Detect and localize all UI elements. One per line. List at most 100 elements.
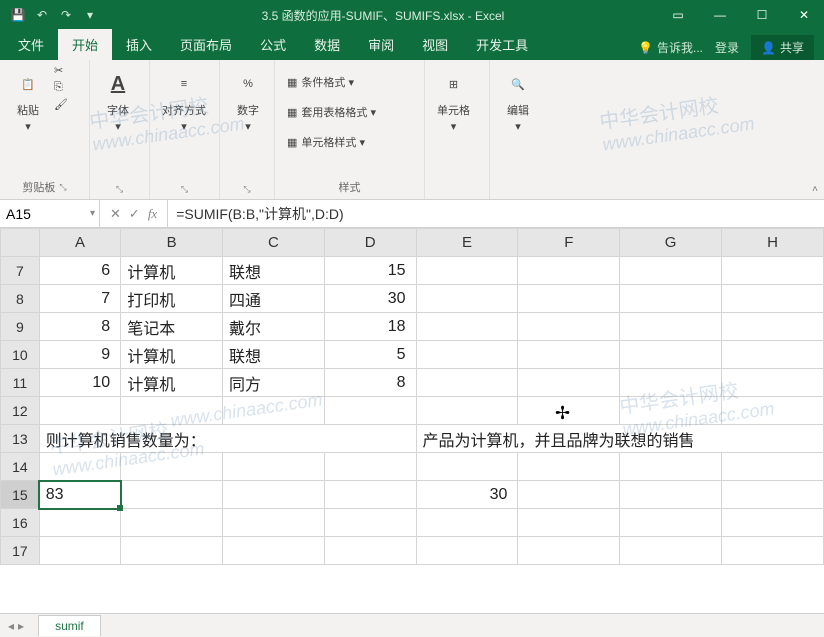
cell[interactable]: 计算机 — [121, 369, 223, 397]
undo-icon[interactable]: ↶ — [34, 7, 50, 23]
cell[interactable] — [39, 397, 120, 425]
cell[interactable] — [121, 481, 223, 509]
cell[interactable]: 10 — [39, 369, 120, 397]
cell[interactable] — [722, 257, 824, 285]
row-header[interactable]: 15 — [1, 481, 40, 509]
cell[interactable]: 四通 — [223, 285, 325, 313]
cell[interactable] — [223, 397, 325, 425]
column-header[interactable]: D — [324, 229, 416, 257]
cell[interactable] — [39, 537, 120, 565]
sheet-nav-prev-icon[interactable]: ◂ — [8, 619, 14, 633]
share-button[interactable]: 👤 共享 — [751, 35, 814, 60]
cell[interactable]: 产品为计算机，并且品牌为联想的销售 — [416, 425, 823, 453]
format-painter-icon[interactable]: 🖌 — [54, 98, 68, 111]
tab-page-layout[interactable]: 页面布局 — [166, 29, 246, 60]
cell[interactable] — [518, 341, 620, 369]
cell[interactable] — [518, 481, 620, 509]
cell[interactable] — [722, 341, 824, 369]
cell[interactable] — [620, 537, 722, 565]
row-header[interactable]: 7 — [1, 257, 40, 285]
cell[interactable] — [722, 509, 824, 537]
row-header[interactable]: 13 — [1, 425, 40, 453]
row-header[interactable]: 16 — [1, 509, 40, 537]
cell[interactable] — [416, 509, 518, 537]
cell[interactable] — [416, 313, 518, 341]
cell[interactable] — [518, 537, 620, 565]
row-header[interactable]: 14 — [1, 453, 40, 481]
name-box-dropdown-icon[interactable]: ▾ — [90, 208, 95, 219]
cell[interactable] — [620, 285, 722, 313]
cell[interactable] — [518, 285, 620, 313]
cell[interactable] — [722, 453, 824, 481]
cell[interactable] — [518, 509, 620, 537]
cut-icon[interactable]: ✂ — [54, 64, 68, 77]
number-dropdown[interactable]: % 数字 ▾ — [228, 64, 268, 137]
cell[interactable] — [722, 481, 824, 509]
cell[interactable] — [518, 257, 620, 285]
column-header[interactable]: C — [223, 229, 325, 257]
sheet-tab-sumif[interactable]: sumif — [38, 615, 101, 636]
column-header[interactable]: F — [518, 229, 620, 257]
cell[interactable] — [416, 285, 518, 313]
cell[interactable] — [39, 509, 120, 537]
conditional-formatting-button[interactable]: ▦条件格式 ▾ — [283, 72, 380, 92]
cell[interactable]: 8 — [324, 369, 416, 397]
cell[interactable] — [121, 453, 223, 481]
cell[interactable]: 5 — [324, 341, 416, 369]
copy-icon[interactable]: ⎘ — [54, 81, 68, 94]
cell[interactable]: 6 — [39, 257, 120, 285]
row-header[interactable]: 8 — [1, 285, 40, 313]
tell-me-search[interactable]: 💡 告诉我... — [638, 39, 703, 56]
row-header[interactable]: 12 — [1, 397, 40, 425]
cell[interactable] — [722, 537, 824, 565]
cell[interactable]: 15 — [324, 257, 416, 285]
alignment-dialog-launcher[interactable]: ⤡ — [181, 184, 188, 195]
cell[interactable] — [39, 453, 120, 481]
cell[interactable] — [620, 369, 722, 397]
cell[interactable] — [121, 509, 223, 537]
format-as-table-button[interactable]: ▦套用表格格式 ▾ — [283, 102, 380, 122]
cell[interactable] — [324, 397, 416, 425]
redo-icon[interactable]: ↷ — [58, 7, 74, 23]
font-dialog-launcher[interactable]: ⤡ — [116, 184, 123, 195]
collapse-ribbon-icon[interactable]: ˄ — [812, 184, 818, 195]
name-box[interactable]: A15 ▾ — [0, 200, 100, 227]
formula-input[interactable]: =SUMIF(B:B,"计算机",D:D) — [168, 200, 824, 227]
cell[interactable] — [223, 509, 325, 537]
row-header[interactable]: 10 — [1, 341, 40, 369]
cell[interactable]: 戴尔 — [223, 313, 325, 341]
cell[interactable]: 计算机 — [121, 257, 223, 285]
tab-formulas[interactable]: 公式 — [246, 29, 300, 60]
editing-dropdown[interactable]: 🔍 编辑 ▾ — [498, 64, 538, 137]
cell[interactable]: 7 — [39, 285, 120, 313]
cells-dropdown[interactable]: ⊞ 单元格 ▾ — [433, 64, 474, 137]
column-header[interactable]: B — [121, 229, 223, 257]
close-button[interactable]: ✕ — [784, 0, 824, 30]
cell[interactable] — [620, 313, 722, 341]
cell[interactable]: 8 — [39, 313, 120, 341]
cell[interactable]: 则计算机销售数量为： — [39, 425, 416, 453]
sign-in-link[interactable]: 登录 — [715, 39, 739, 56]
cell[interactable] — [223, 481, 325, 509]
cell[interactable] — [223, 453, 325, 481]
tab-insert[interactable]: 插入 — [112, 29, 166, 60]
cell[interactable] — [518, 313, 620, 341]
cell[interactable] — [620, 481, 722, 509]
tab-view[interactable]: 视图 — [408, 29, 462, 60]
number-dialog-launcher[interactable]: ⤡ — [243, 184, 250, 195]
cell[interactable]: 9 — [39, 341, 120, 369]
tab-review[interactable]: 审阅 — [354, 29, 408, 60]
cell[interactable] — [518, 369, 620, 397]
cell[interactable] — [518, 453, 620, 481]
cell[interactable]: 打印机 — [121, 285, 223, 313]
cell[interactable] — [223, 537, 325, 565]
maximize-button[interactable]: ☐ — [742, 0, 782, 30]
ribbon-display-options-icon[interactable]: ▭ — [658, 0, 698, 30]
cell[interactable] — [324, 453, 416, 481]
row-header[interactable]: 9 — [1, 313, 40, 341]
cell[interactable] — [121, 537, 223, 565]
cell[interactable] — [416, 397, 518, 425]
fill-handle[interactable] — [117, 505, 123, 511]
column-header[interactable]: A — [39, 229, 120, 257]
tab-data[interactable]: 数据 — [300, 29, 354, 60]
